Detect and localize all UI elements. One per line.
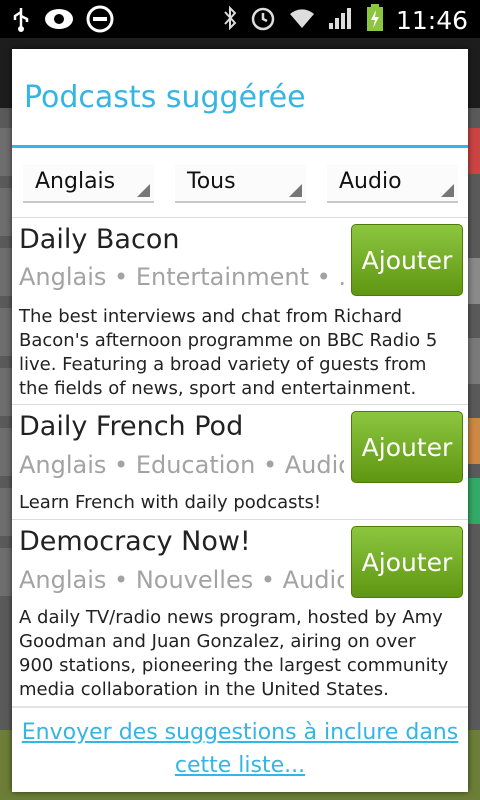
dropdown-corner-icon (137, 184, 150, 197)
podcast-title: Daily Bacon (19, 224, 180, 255)
podcast-description: A daily TV/radio news program, hosted by… (19, 607, 449, 700)
background-list-item (0, 428, 12, 476)
background-thumbnail (468, 338, 480, 384)
podcast-meta: Anglais • Nouvelles • Audio (19, 566, 344, 594)
background-thumbnail (468, 418, 480, 464)
list-divider (12, 217, 468, 218)
battery-charging-icon (366, 4, 384, 36)
add-podcast-button[interactable]: Ajouter (351, 224, 463, 296)
background-thumbnail (468, 128, 480, 174)
title-divider (12, 145, 468, 148)
wifi-icon (288, 6, 316, 34)
background-list-item (0, 128, 12, 176)
send-suggestions-link[interactable]: Envoyer des suggestions à inclure dans c… (12, 716, 468, 782)
background-thumbnail (468, 258, 480, 304)
visibility-icon (44, 7, 74, 35)
list-divider (12, 404, 468, 405)
podcast-title: Daily French Pod (19, 411, 244, 442)
status-bar: 11:46 (0, 0, 480, 38)
usb-icon (10, 6, 32, 36)
language-filter-spinner[interactable]: Anglais (23, 165, 154, 203)
clock: 11:46 (395, 5, 468, 35)
language-filter-value: Anglais (35, 169, 116, 194)
podcast-meta: Anglais • Education • Audio (19, 451, 344, 479)
media-type-filter-spinner[interactable]: Audio (327, 165, 458, 203)
footer-divider (12, 706, 468, 708)
background-thumbnail (468, 478, 480, 524)
podcast-title: Democracy Now! (19, 526, 251, 557)
podcast-meta: Anglais • Entertainment • ... (19, 263, 344, 291)
bluetooth-icon (222, 5, 238, 35)
dropdown-corner-icon (289, 184, 302, 197)
alarm-icon (250, 5, 276, 35)
dropdown-corner-icon (441, 184, 454, 197)
podcast-description: Learn French with daily podcasts! (19, 492, 322, 513)
background-list-item (0, 368, 12, 416)
dialog-title: Podcasts suggérée (24, 80, 306, 115)
category-filter-spinner[interactable]: Tous (175, 165, 306, 203)
list-divider (12, 519, 468, 520)
add-podcast-button[interactable]: Ajouter (351, 411, 463, 483)
background-list-item (0, 308, 12, 356)
background-list-item (0, 188, 12, 236)
background-list-item (0, 248, 12, 296)
signal-icon (328, 6, 354, 34)
background-list-item (0, 548, 12, 596)
category-filter-value: Tous (187, 169, 236, 194)
add-podcast-button[interactable]: Ajouter (351, 526, 463, 598)
background-list-item (0, 488, 12, 536)
do-not-disturb-icon (86, 5, 114, 37)
media-type-filter-value: Audio (339, 169, 402, 194)
podcast-description: The best interviews and chat from Richar… (19, 306, 438, 399)
